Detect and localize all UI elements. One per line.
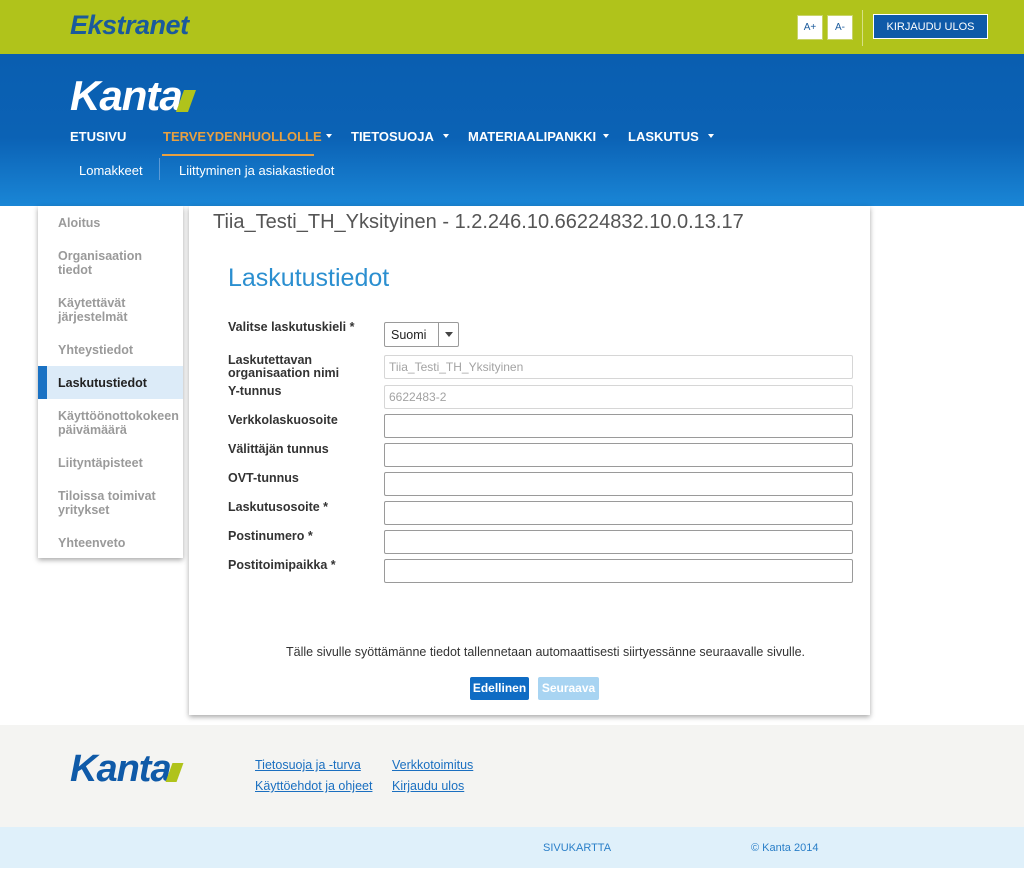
active-step-indicator <box>38 366 47 399</box>
subnav-liittyminen[interactable]: Liittyminen ja asiakastiedot <box>179 163 334 178</box>
footer-link-verkkotoimitus[interactable]: Verkkotoimitus <box>392 758 473 772</box>
city-input[interactable] <box>384 559 853 583</box>
kanta-logo-text: Kanta <box>70 72 183 119</box>
billing-address-input[interactable] <box>384 501 853 525</box>
ovt-id-input[interactable] <box>384 472 853 496</box>
page-title: Laskutustiedot <box>228 264 390 292</box>
billing-address-label: Laskutusosoite * <box>228 500 329 514</box>
chevron-down-icon[interactable] <box>603 134 609 138</box>
kanta-logo[interactable]: Kanta <box>70 72 196 120</box>
wizard-sidebar: Aloitus Organisaation tiedot Käytettävät… <box>38 206 183 558</box>
operator-label: Välittäjän tunnus <box>228 442 329 456</box>
sidebar-item-yhteenveto[interactable]: Yhteenveto <box>38 536 183 550</box>
nav-laskutus[interactable]: LASKUTUS <box>628 129 699 144</box>
active-nav-underline <box>162 154 314 156</box>
font-decrease-button[interactable]: A- <box>827 15 853 40</box>
city-label: Postitoimipaikka * <box>228 558 336 572</box>
footer-kanta-logo[interactable]: Kanta <box>70 748 184 791</box>
footer-link-kirjaudu-ulos[interactable]: Kirjaudu ulos <box>392 779 464 793</box>
logout-button[interactable]: KIRJAUDU ULOS <box>873 14 988 39</box>
nav-etusivu[interactable]: ETUSIVU <box>70 129 126 144</box>
footer-logo-text: Kanta <box>70 748 172 790</box>
previous-button[interactable]: Edellinen <box>470 677 529 700</box>
postal-code-label: Postinumero * <box>228 529 313 543</box>
language-select[interactable]: Suomi <box>384 322 459 347</box>
nav-materiaalipankki[interactable]: MATERIAALIPANKKI <box>468 129 596 144</box>
ytunnus-label: Y-tunnus <box>228 384 282 398</box>
org-name-label: Laskutettavan organisaation nimi <box>228 353 340 380</box>
select-divider <box>438 323 439 346</box>
sidebar-item-liityntapisteet[interactable]: Liityntäpisteet <box>38 456 183 470</box>
operator-id-input[interactable] <box>384 443 853 467</box>
language-label: Valitse laskutuskieli * <box>228 320 355 334</box>
sitemap-link[interactable]: SIVUKARTTA <box>543 842 611 854</box>
e-invoice-label: Verkkolaskuosoite <box>228 413 338 427</box>
sidebar-item-organisaation-tiedot[interactable]: Organisaation tiedot <box>38 249 178 277</box>
copyright-text: © Kanta 2014 <box>751 842 819 854</box>
chevron-down-icon[interactable] <box>445 332 453 337</box>
subnav-divider <box>159 158 160 180</box>
ovt-label: OVT-tunnus <box>228 471 299 485</box>
ytunnus-field <box>384 385 853 409</box>
ekstranet-brand[interactable]: Ekstranet <box>70 10 189 41</box>
top-divider <box>862 10 863 46</box>
sidebar-item-aloitus[interactable]: Aloitus <box>38 216 183 230</box>
sidebar-item-kaytettavat-jarjestelmat[interactable]: Käytettävät järjestelmät <box>38 296 158 324</box>
main-panel: Tiia_Testi_TH_Yksityinen - 1.2.246.10.66… <box>189 206 870 715</box>
chevron-down-icon[interactable] <box>443 134 449 138</box>
sidebar-item-label: Laskutustiedot <box>58 376 147 390</box>
sidebar-item-laskutustiedot[interactable]: Laskutustiedot <box>38 366 183 399</box>
nav-tietosuoja[interactable]: TIETOSUOJA <box>351 129 434 144</box>
organization-title: Tiia_Testi_TH_Yksityinen - 1.2.246.10.66… <box>213 211 744 233</box>
font-increase-button[interactable]: A+ <box>797 15 823 40</box>
sidebar-item-yhteystiedot[interactable]: Yhteystiedot <box>38 343 183 357</box>
footer-link-tietosuoja[interactable]: Tietosuoja ja -turva <box>255 758 361 772</box>
next-button[interactable]: Seuraava <box>538 677 599 700</box>
sidebar-item-tiloissa-toimivat-yritykset[interactable]: Tiloissa toimivat yritykset <box>38 489 168 517</box>
org-name-field <box>384 355 853 379</box>
e-invoice-address-input[interactable] <box>384 414 853 438</box>
chevron-down-icon[interactable] <box>326 134 332 138</box>
postal-code-input[interactable] <box>384 530 853 554</box>
nav-terveydenhuollolle[interactable]: TERVEYDENHUOLLOLLE <box>163 129 322 144</box>
language-select-value: Suomi <box>391 328 427 342</box>
sidebar-item-kayttoonottokokeen-paivamaara[interactable]: Käyttöönottokokeen päivämäärä <box>38 409 183 437</box>
chevron-down-icon[interactable] <box>708 134 714 138</box>
bottom-bar <box>0 827 1024 868</box>
autosave-info-text: Tälle sivulle syöttämänne tiedot tallenn… <box>286 645 806 659</box>
footer-link-kayttoehdot[interactable]: Käyttöehdot ja ohjeet <box>255 779 372 793</box>
subnav-lomakkeet[interactable]: Lomakkeet <box>79 163 143 178</box>
